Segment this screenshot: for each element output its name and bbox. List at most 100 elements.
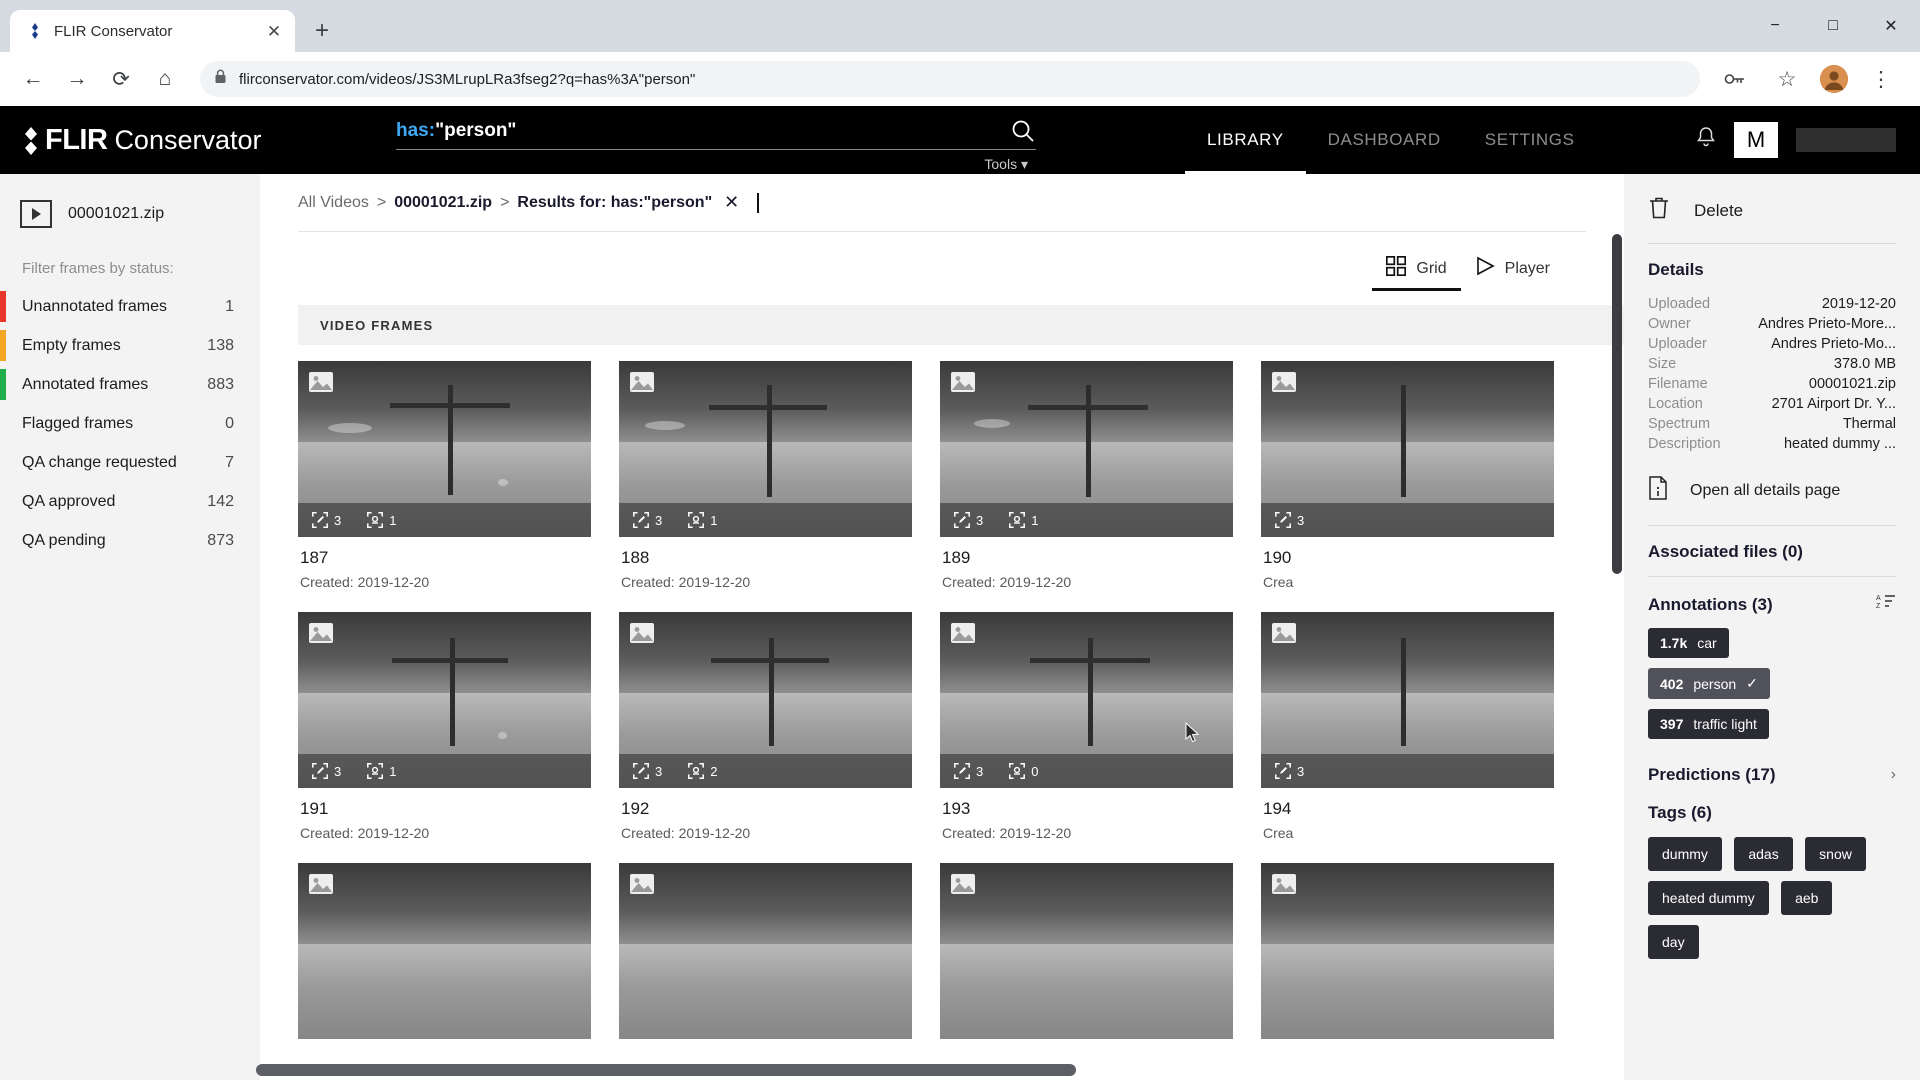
video-frames-header: VIDEO FRAMES xyxy=(298,305,1624,345)
chevron-right-icon: › xyxy=(1890,766,1896,783)
bookmark-star-icon[interactable]: ☆ xyxy=(1768,60,1806,98)
frame-thumbnail[interactable]: 3 1 xyxy=(940,361,1233,537)
frame-card[interactable]: 3 1 189 Created: 2019-12-20 xyxy=(940,361,1233,590)
user-initial-badge[interactable]: M xyxy=(1734,122,1778,158)
password-key-icon[interactable] xyxy=(1716,60,1754,98)
filter-label: Unannotated frames xyxy=(22,297,167,315)
frame-thumbnail[interactable] xyxy=(940,863,1233,1039)
predictions-title: Predictions (17) xyxy=(1648,765,1776,784)
frame-card[interactable]: 3 190 Crea xyxy=(1261,361,1554,590)
frame-card[interactable]: 3 2 192 Created: 2019-12-20 xyxy=(619,612,912,841)
sidebar-item-empty-frames[interactable]: Empty frames 138 xyxy=(0,326,260,365)
breadcrumb-video[interactable]: 00001021.zip xyxy=(394,194,492,212)
frame-card[interactable]: 3 194 Crea xyxy=(1261,612,1554,841)
search-icon[interactable] xyxy=(1010,118,1036,144)
frame-thumbnail[interactable]: 3 1 xyxy=(298,612,591,788)
sidebar-item-qa-change-requested[interactable]: QA change requested 7 xyxy=(0,443,260,482)
sidebar-video-item[interactable]: 00001021.zip xyxy=(0,192,260,236)
frame-badges: 3 xyxy=(1261,754,1554,788)
image-icon xyxy=(629,873,655,895)
annotation-chip-traffic-light[interactable]: 397 traffic light xyxy=(1648,709,1769,739)
new-tab-button[interactable]: + xyxy=(305,14,339,48)
annotation-count-badge: 3 xyxy=(1275,763,1304,779)
reload-icon[interactable]: ⟳ xyxy=(102,60,140,98)
breadcrumb-all-videos[interactable]: All Videos xyxy=(298,194,369,212)
tag-aeb[interactable]: aeb xyxy=(1781,881,1833,915)
frame-thumbnail[interactable] xyxy=(619,863,912,1039)
frame-card[interactable] xyxy=(619,863,912,1039)
tag-dummy[interactable]: dummy xyxy=(1648,837,1722,871)
sort-az-icon[interactable]: AZ xyxy=(1876,593,1896,616)
annotation-count: 3 xyxy=(334,763,342,779)
notification-bell-icon[interactable] xyxy=(1696,126,1716,154)
tag-heated-dummy[interactable]: heated dummy xyxy=(1648,881,1769,915)
window-close-icon[interactable]: ✕ xyxy=(1862,0,1920,52)
frame-thumbnail[interactable]: 3 1 xyxy=(298,361,591,537)
filter-count: 7 xyxy=(225,453,234,471)
frame-thumbnail[interactable] xyxy=(298,863,591,1039)
frame-card[interactable]: 3 1 188 Created: 2019-12-20 xyxy=(619,361,912,590)
play-icon xyxy=(1475,256,1495,281)
horizontal-scrollbar[interactable] xyxy=(256,1064,1920,1076)
nav-link-settings[interactable]: SETTINGS xyxy=(1463,106,1597,174)
nav-link-library[interactable]: LIBRARY xyxy=(1185,106,1306,174)
sidebar-item-qa-pending[interactable]: QA pending 873 xyxy=(0,521,260,560)
tag-snow[interactable]: snow xyxy=(1805,837,1866,871)
predictions-section[interactable]: Predictions (17) › xyxy=(1648,749,1896,799)
filter-label: QA approved xyxy=(22,492,116,510)
frame-card[interactable] xyxy=(1261,863,1554,1039)
frame-thumbnail[interactable]: 3 0 xyxy=(940,612,1233,788)
tag-adas[interactable]: adas xyxy=(1734,837,1793,871)
frame-card[interactable]: 3 1 187 Created: 2019-12-20 xyxy=(298,361,591,590)
close-icon[interactable]: ✕ xyxy=(263,20,285,42)
open-all-details-button[interactable]: Open all details page xyxy=(1648,454,1896,525)
annotation-chip-person[interactable]: 402 person ✓ xyxy=(1648,668,1770,699)
frame-thumbnail[interactable]: 3 2 xyxy=(619,612,912,788)
associated-files-title[interactable]: Associated files (0) xyxy=(1648,526,1896,576)
annotation-chip-car[interactable]: 1.7k car xyxy=(1648,628,1729,658)
status-color-bar xyxy=(0,330,6,361)
sidebar-item-qa-approved[interactable]: QA approved 142 xyxy=(0,482,260,521)
frame-card[interactable] xyxy=(298,863,591,1039)
grid-label: Grid xyxy=(1416,259,1447,277)
scrollbar-thumb[interactable] xyxy=(256,1064,1076,1076)
image-icon xyxy=(308,371,334,393)
tools-dropdown[interactable]: Tools ▾ xyxy=(396,150,1036,173)
vertical-scrollbar[interactable] xyxy=(1612,234,1622,574)
clear-search-icon[interactable]: ✕ xyxy=(724,192,739,213)
address-bar[interactable]: flirconservator.com/videos/JS3MLrupLRa3f… xyxy=(200,61,1700,97)
browser-menu-icon[interactable]: ⋮ xyxy=(1862,60,1900,98)
main-content: All Videos > 00001021.zip > Results for:… xyxy=(260,174,1624,1080)
document-info-icon xyxy=(1648,476,1668,505)
minimize-icon[interactable]: − xyxy=(1746,0,1804,52)
tag-day[interactable]: day xyxy=(1648,925,1699,959)
home-icon[interactable]: ⌂ xyxy=(146,60,184,98)
frame-thumbnail[interactable]: 3 xyxy=(1261,612,1554,788)
tab-grid-view[interactable]: Grid xyxy=(1372,250,1461,291)
forward-icon[interactable]: → xyxy=(58,60,96,98)
frame-thumbnail[interactable] xyxy=(1261,863,1554,1039)
sidebar-item-flagged-frames[interactable]: Flagged frames 0 xyxy=(0,404,260,443)
frame-card[interactable] xyxy=(940,863,1233,1039)
avatar[interactable] xyxy=(1820,65,1848,93)
frame-id: 189 xyxy=(942,548,971,567)
omnibox-actions: ☆ ⋮ xyxy=(1716,60,1906,98)
brand-logo[interactable]: FLIR Conservator xyxy=(0,124,300,157)
frame-badges: 3 1 xyxy=(619,503,912,537)
tab-player-view[interactable]: Player xyxy=(1461,250,1564,291)
detail-value: 2019-12-20 xyxy=(1821,296,1896,312)
browser-tab[interactable]: FLIR Conservator ✕ xyxy=(10,10,295,52)
nav-link-dashboard[interactable]: DASHBOARD xyxy=(1306,106,1463,174)
annotation-count-badge: 3 xyxy=(312,763,341,779)
annotation-count-badge: 3 xyxy=(954,512,983,528)
maximize-icon[interactable]: □ xyxy=(1804,0,1862,52)
search-input[interactable]: has:"person" xyxy=(396,118,1036,150)
sidebar-item-unannotated-frames[interactable]: Unannotated frames 1 xyxy=(0,287,260,326)
prediction-count: 1 xyxy=(710,512,718,528)
frame-card[interactable]: 3 1 191 Created: 2019-12-20 xyxy=(298,612,591,841)
frame-thumbnail[interactable]: 3 1 xyxy=(619,361,912,537)
sidebar-item-annotated-frames[interactable]: Annotated frames 883 xyxy=(0,365,260,404)
back-icon[interactable]: ← xyxy=(14,60,52,98)
frame-thumbnail[interactable]: 3 xyxy=(1261,361,1554,537)
delete-button[interactable]: Delete xyxy=(1648,196,1896,243)
